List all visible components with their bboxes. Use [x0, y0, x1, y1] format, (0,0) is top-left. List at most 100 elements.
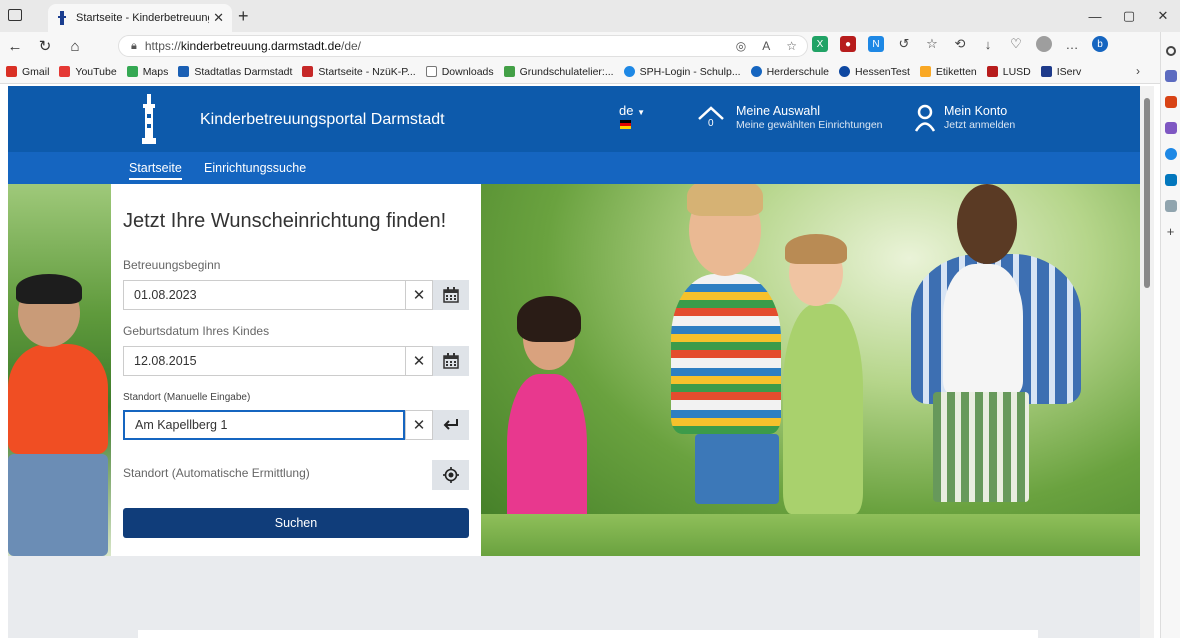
herderschule-icon	[750, 66, 762, 77]
hero-photo-right	[481, 184, 1140, 556]
hessentest-icon	[839, 66, 851, 77]
my-selection-title: Meine Auswahl	[736, 104, 821, 118]
grundschulatelier-icon	[503, 66, 515, 77]
home-icon[interactable]: ⌂	[60, 38, 90, 55]
hero-section: Jetzt Ihre Wunscheinrichtung finden! Bet…	[8, 184, 1140, 556]
portal-title[interactable]: Kinderbetreuungsportal Darmstadt	[200, 111, 445, 129]
scrollbar-thumb[interactable]	[1144, 98, 1150, 288]
page-scrollbar[interactable]	[1140, 86, 1154, 638]
maps-icon	[126, 66, 138, 77]
my-selection-link[interactable]: 0 Meine Auswahl Meine gewählten Einricht…	[696, 104, 883, 134]
stadtatlas-icon	[178, 66, 190, 77]
bookmark-youtube[interactable]: YouTube	[59, 66, 117, 78]
darmstadt-logo-icon[interactable]	[141, 94, 157, 144]
close-window-icon[interactable]: ✕	[1146, 0, 1180, 32]
tools-icon[interactable]	[1164, 200, 1177, 212]
more-menu-icon[interactable]: …	[1064, 36, 1080, 52]
lock-icon[interactable]: 🔒︎	[131, 40, 137, 53]
nzuk-icon	[302, 66, 314, 77]
birthdate-label: Geburtsdatum Ihres Kindes	[123, 324, 270, 338]
caret-down-icon: ▼	[637, 108, 646, 117]
hero-photo-left	[8, 184, 111, 556]
bookmark-herderschule[interactable]: Herderschule	[750, 66, 829, 78]
bookmarks-bar: Gmail YouTube Maps Stadtatlas Darmstadt …	[0, 60, 1160, 84]
extensions-row: X ● N ↺ ☆ ⟲ ↓ ♡ … b	[812, 36, 1108, 52]
search-icon[interactable]	[1165, 46, 1176, 56]
favorites-icon[interactable]: ☆	[924, 36, 940, 52]
clear-birthdate-icon[interactable]: ✕	[405, 346, 433, 376]
bookmark-hessentest[interactable]: HessenTest	[839, 66, 910, 78]
restore-icon[interactable]: ▢	[1112, 0, 1146, 32]
start-date-input[interactable]: 01.08.2023	[123, 280, 405, 310]
copilot-icon[interactable]: b	[1092, 36, 1108, 52]
calendar-icon[interactable]	[433, 346, 469, 376]
favorite-star-icon[interactable]: ☆	[786, 39, 797, 53]
tab-title: Startseite - Kinderbetreuungspor	[76, 12, 209, 24]
language-code: de	[619, 103, 634, 118]
location-auto-label: Standort (Automatische Ermittlung)	[123, 466, 310, 480]
content-card	[138, 630, 1038, 638]
language-selector[interactable]: de ▼	[619, 103, 645, 118]
address-toolbar: ← ↻ ⌂ 🔒︎ https://kinderbetreuung.darmsta…	[0, 32, 1180, 60]
folder-icon	[425, 66, 437, 77]
locate-me-icon[interactable]	[432, 460, 469, 490]
enter-icon[interactable]	[433, 410, 469, 440]
bookmark-sph[interactable]: SPH-Login - Schulp...	[623, 66, 741, 78]
bookmark-nzuk[interactable]: Startseite - NzüK-P...	[302, 66, 416, 78]
bookmark-maps[interactable]: Maps	[126, 66, 168, 78]
account-title: Mein Konto	[944, 104, 1008, 118]
heart-icon[interactable]: ♡	[1008, 36, 1024, 52]
tag-icon[interactable]	[1164, 70, 1177, 82]
youtube-icon	[59, 66, 71, 77]
birthdate-input[interactable]: 12.08.2015	[123, 346, 405, 376]
etiketten-icon	[919, 66, 931, 77]
site-header: Kinderbetreuungsportal Darmstadt de ▼ 0 …	[8, 86, 1140, 152]
bookmark-downloads[interactable]: Downloads	[425, 66, 494, 78]
sph-icon	[623, 66, 635, 77]
my-account-link[interactable]: Mein Konto Jetzt anmelden	[914, 104, 1015, 132]
my-selection-subtitle: Meine gewählten Einrichtungen	[736, 119, 883, 131]
tab-actions-icon[interactable]	[8, 9, 22, 21]
account-subtitle: Jetzt anmelden	[944, 119, 1016, 131]
shield-extension-icon[interactable]: ●	[840, 36, 856, 52]
url-field[interactable]: 🔒︎ https://kinderbetreuung.darmstadt.de/…	[118, 35, 808, 57]
calendar-icon[interactable]	[433, 280, 469, 310]
clear-location-icon[interactable]: ✕	[405, 410, 433, 440]
page-content: Kinderbetreuungsportal Darmstadt de ▼ 0 …	[8, 86, 1140, 638]
outlook-icon[interactable]	[1164, 174, 1177, 186]
nav-item-einrichtungssuche[interactable]: Einrichtungssuche	[204, 161, 306, 175]
people-icon[interactable]	[1164, 122, 1177, 134]
german-flag-icon[interactable]	[620, 120, 631, 129]
news-extension-icon[interactable]: N	[868, 36, 884, 52]
bookmark-iserv[interactable]: IServ	[1040, 66, 1081, 78]
reload-icon[interactable]: ↻	[30, 37, 60, 55]
bookmark-stadtatlas[interactable]: Stadtatlas Darmstadt	[178, 66, 292, 78]
bookmark-etiketten[interactable]: Etiketten	[919, 66, 977, 78]
bookmark-lusd[interactable]: LUSD	[986, 66, 1031, 78]
nav-item-startseite[interactable]: Startseite	[129, 161, 182, 180]
browser-tab[interactable]: Startseite - Kinderbetreuungspor ✕	[48, 4, 232, 32]
add-icon[interactable]: +	[1165, 225, 1177, 238]
download-icon[interactable]: ↓	[980, 36, 996, 52]
iserv-icon	[1040, 66, 1052, 77]
bookmarks-more-icon[interactable]: ›	[1136, 64, 1140, 78]
history-icon[interactable]: ⟲	[952, 36, 968, 52]
refresh-extension-icon[interactable]: ↺	[896, 36, 912, 52]
office-icon[interactable]	[1164, 148, 1177, 160]
back-icon[interactable]: ←	[0, 38, 30, 55]
excel-extension-icon[interactable]: X	[812, 36, 828, 52]
bookmark-grundschulatelier[interactable]: Grundschulatelier:...	[503, 66, 614, 78]
house-icon: 0	[696, 104, 726, 134]
clear-start-date-icon[interactable]: ✕	[405, 280, 433, 310]
location-icon[interactable]: ◎	[736, 39, 746, 53]
search-button[interactable]: Suchen	[123, 508, 469, 538]
location-manual-input[interactable]: Am Kapellberg 1	[123, 410, 405, 440]
read-aloud-icon[interactable]: A	[762, 39, 770, 53]
new-tab-icon[interactable]: +	[238, 6, 249, 27]
minimize-icon[interactable]: —	[1078, 0, 1112, 32]
close-tab-icon[interactable]: ✕	[213, 10, 224, 26]
bookmark-gmail[interactable]: Gmail	[6, 66, 49, 78]
shopping-icon[interactable]	[1164, 96, 1177, 108]
lusd-icon	[986, 66, 998, 77]
profile-avatar[interactable]	[1036, 36, 1052, 52]
